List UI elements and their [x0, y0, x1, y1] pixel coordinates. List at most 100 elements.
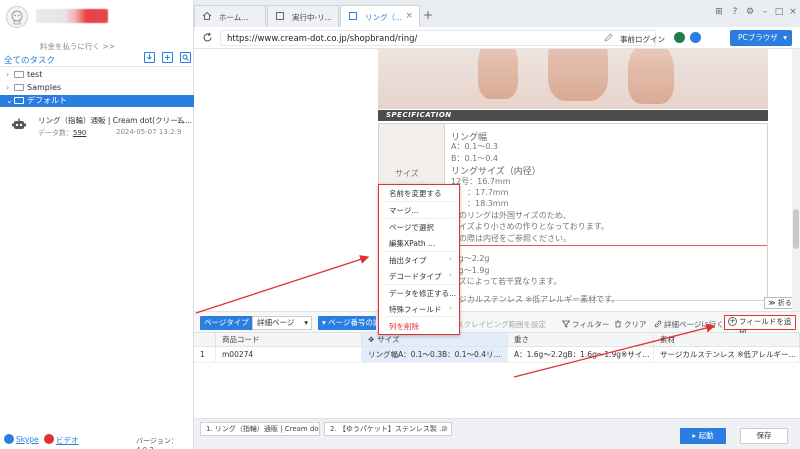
page-type-select[interactable]: 詳細ページ ▾	[252, 316, 312, 330]
tab-running[interactable]: 実行中-リ...	[267, 5, 339, 27]
address-bar: https://www.cream-dot.co.jp/shopbrand/ri…	[194, 27, 800, 49]
reload-icon[interactable]	[202, 32, 213, 43]
context-menu-item[interactable]: 抽出タイプ	[389, 255, 427, 266]
tab-home[interactable]: ホーム...	[194, 5, 266, 27]
chevron-right-icon[interactable]: ›	[6, 82, 14, 94]
task-count-row: データ数：590	[38, 128, 86, 138]
folder-icon	[14, 97, 24, 104]
column-header[interactable]: 素材	[654, 333, 800, 347]
chevron-down-icon[interactable]: ⌄	[6, 95, 14, 107]
home-icon	[202, 11, 212, 20]
import-task-icon[interactable]	[144, 52, 155, 63]
material-line: ージカルステンレス ※低アレルギー素材です。	[451, 295, 620, 304]
chevron-down-icon: ▾	[304, 318, 308, 327]
task-count-label: データ数：	[38, 129, 73, 137]
pc-browser-dropdown[interactable]: PCブラウザ ▾	[730, 30, 792, 46]
bottom-bar: 1. リング（指輪）通販 | Cream do... 2. 【ゆうパケット】ステ…	[194, 418, 800, 449]
pre-login-button[interactable]: 事前ログイン	[620, 34, 665, 45]
move-icon[interactable]: ✥	[368, 335, 374, 344]
add-field-button[interactable]: +フィールドを追加	[724, 315, 796, 338]
shield-icon[interactable]	[690, 32, 701, 43]
skype-link[interactable]: Skype	[16, 435, 39, 444]
close-icon[interactable]: ⊗	[441, 423, 448, 435]
globe-icon[interactable]	[674, 32, 685, 43]
folder-test[interactable]: › test	[0, 69, 194, 81]
url-input[interactable]: https://www.cream-dot.co.jp/shopbrand/ri…	[220, 30, 656, 46]
tab-ring[interactable]: リング（... ×	[340, 5, 420, 27]
scrape-range-button[interactable]: スクレイピング範囲を設定	[456, 319, 546, 330]
chevron-down-icon: ≫	[768, 299, 776, 307]
spec-line: 表のリングは外国サイズのため、	[451, 210, 571, 220]
new-tab-button[interactable]: +	[423, 8, 433, 22]
context-menu-item[interactable]: 編集XPath ...	[389, 238, 435, 249]
column-header[interactable]: 重さ	[508, 333, 654, 347]
field-context-menu: 名前を変更する マージ... ページで選択 編集XPath ... 抽出タイプ › デコード…	[378, 184, 460, 335]
pencil-icon[interactable]	[604, 33, 613, 42]
new-task-icon[interactable]	[162, 52, 173, 63]
context-menu-item[interactable]: デコードタイプ	[389, 271, 442, 282]
delete-column-item[interactable]: 列を削除	[389, 321, 419, 332]
web-page-view[interactable]: SPECIFICATION サイズ リング幅 A：0.1〜0.3 B：0.1〜0.4…	[194, 49, 800, 311]
save-button[interactable]: 保存	[740, 428, 788, 444]
context-menu-item[interactable]: 名前を変更する	[389, 188, 442, 199]
task-tab-active[interactable]: 2. 【ゆうパケット】ステンレス製 ... ⊗	[324, 422, 452, 436]
close-window-icon[interactable]: ×	[788, 7, 798, 17]
table-cell-selected[interactable]: リング幅A：0.1〜0.3B：0.1〜0.4リングサイ...	[362, 347, 508, 363]
settings-icon[interactable]: ⚙	[745, 7, 755, 17]
folder-icon	[14, 84, 24, 91]
menu-separator	[383, 251, 455, 252]
context-menu-item[interactable]: マージ...	[389, 205, 419, 216]
context-menu-item[interactable]: 特殊フィールド	[389, 304, 441, 315]
column-header-label: サイズ	[377, 335, 400, 344]
chevron-right-icon: ›	[449, 304, 452, 312]
skype-icon[interactable]	[4, 434, 14, 444]
page-icon	[349, 12, 357, 20]
close-icon[interactable]: ×	[176, 115, 184, 125]
table-cell[interactable]: サージカルステンレス ※低アレルギー素材...	[654, 347, 800, 363]
tab-label: ホーム...	[219, 13, 249, 22]
start-button[interactable]: ▸ 起動	[680, 428, 726, 444]
context-menu-item[interactable]: ページで選択	[389, 222, 434, 233]
column-header-selected[interactable]: ✥ サイズ	[362, 333, 508, 347]
video-link[interactable]: ビデオ	[56, 435, 79, 446]
task-title[interactable]: リング（指輪）通販 | Cream dot(クリーム...	[38, 115, 192, 126]
robot-task-icon	[12, 118, 26, 129]
task-count-link[interactable]: 590	[73, 129, 86, 137]
gift-icon[interactable]: ⊞	[714, 7, 724, 17]
filter-icon	[562, 320, 570, 328]
chevron-right-icon[interactable]: ›	[6, 69, 14, 81]
chevron-down-icon: ▾	[783, 33, 787, 42]
play-icon: ▸	[692, 431, 697, 440]
video-icon[interactable]	[44, 434, 54, 444]
browser-tab-bar: ホーム... 実行中-リ... リング（... × + ⊞ ? ⚙ – □ ×	[194, 0, 800, 27]
minimize-icon[interactable]: –	[760, 7, 770, 17]
page-number-button[interactable]: ▾ ページ番号の設定	[318, 316, 376, 330]
clear-button[interactable]: クリア	[614, 319, 647, 330]
goto-detail-button[interactable]: 詳細ページに行く	[654, 319, 724, 330]
menu-separator	[383, 284, 455, 285]
folder-samples[interactable]: › Samples	[0, 82, 194, 94]
page-type-button[interactable]: ページタイプ	[200, 316, 253, 330]
maximize-icon[interactable]: □	[774, 7, 784, 17]
divider	[0, 66, 194, 67]
folder-default[interactable]: ⌄ デフォルト	[0, 95, 194, 107]
context-menu-item[interactable]: データを修正する...	[389, 288, 456, 299]
pc-browser-label: PCブラウザ	[738, 33, 778, 42]
pay-link[interactable]: 料金を払うに行く >>	[40, 41, 115, 52]
scrollbar-thumb[interactable]	[793, 209, 799, 249]
scrollbar[interactable]	[792, 49, 800, 311]
goto-detail-label: 詳細ページに行く	[664, 320, 724, 329]
search-task-icon[interactable]	[180, 52, 191, 63]
data-toolbar: ページタイプ 詳細ページ ▾ ▾ ページ番号の設定 スクレイピング範囲を設定 フ…	[194, 311, 800, 338]
close-icon[interactable]: ×	[405, 11, 413, 21]
plus-circle-icon: +	[728, 317, 737, 326]
table-cell[interactable]: m00274	[216, 347, 362, 363]
all-tasks-link[interactable]: 全てのタスク	[4, 54, 55, 66]
column-header[interactable]: 商品コード	[216, 333, 362, 347]
help-icon[interactable]: ?	[730, 7, 740, 17]
task-tab[interactable]: 1. リング（指輪）通販 | Cream do...	[200, 422, 320, 436]
page-type-value: 詳細ページ	[257, 318, 295, 327]
table-cell[interactable]: A：1.6g〜2.2gB：1.6g〜1.9g※サイズによ...	[508, 347, 654, 363]
filter-button[interactable]: フィルター	[562, 319, 609, 330]
avatar[interactable]	[6, 6, 28, 28]
